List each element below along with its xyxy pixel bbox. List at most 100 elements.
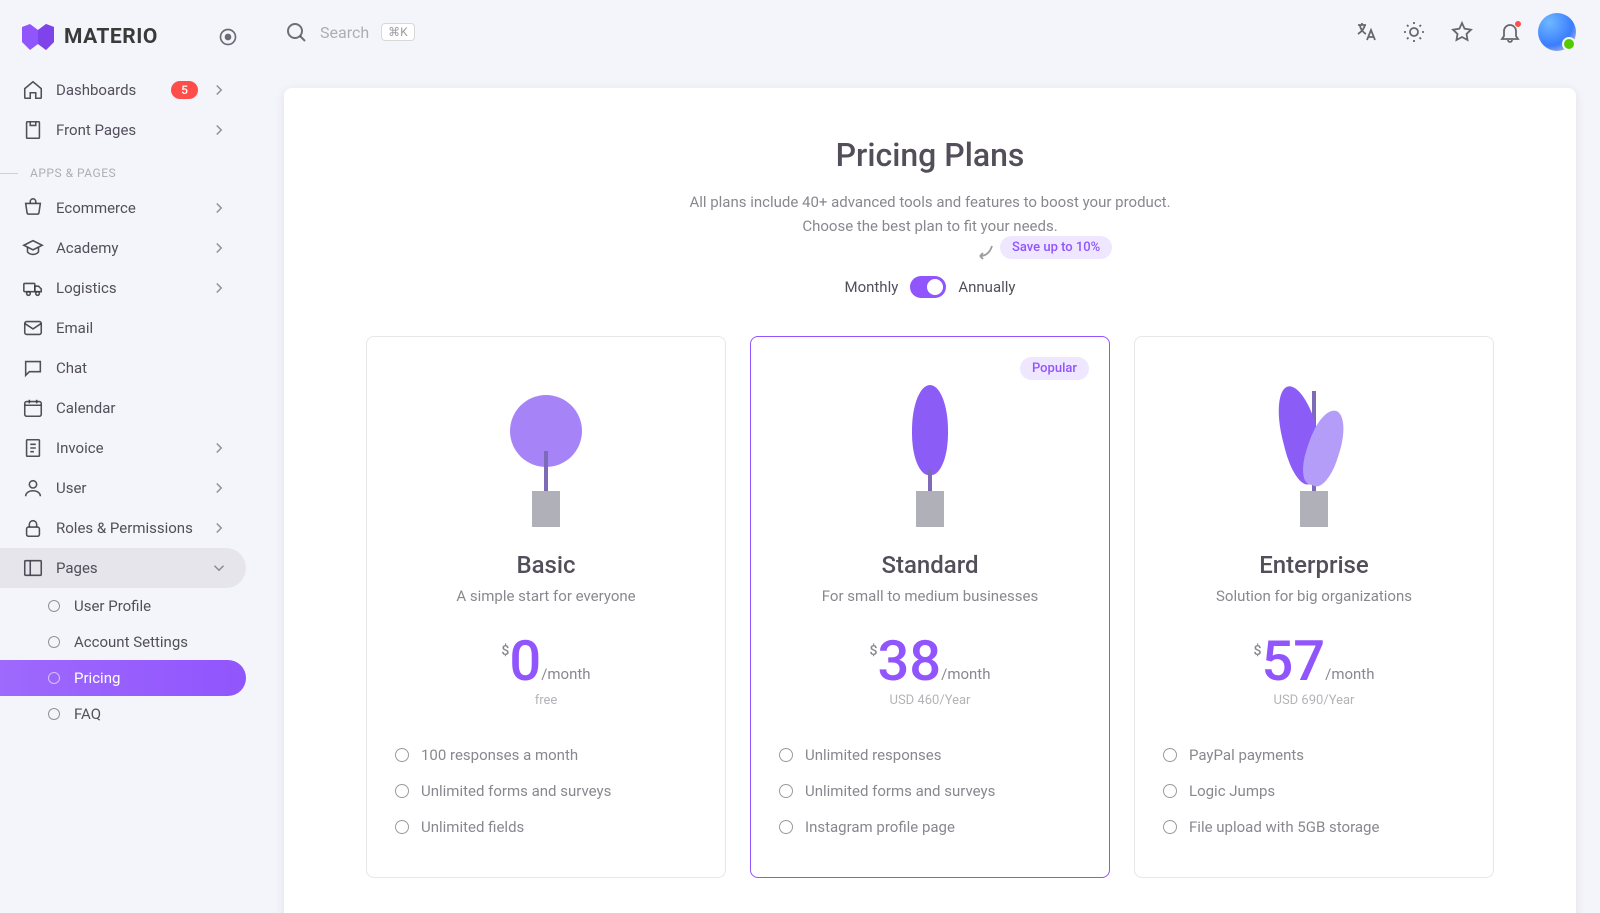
billing-toggle-row: Save up to 10% Monthly Annually [320,276,1540,298]
nav-invoice[interactable]: Invoice [0,428,246,468]
nav-sub-label: User Profile [74,597,151,615]
search-placeholder: Search [320,23,369,42]
per-label: /month [941,665,990,683]
nav-email[interactable]: Email [0,308,246,348]
sub-pricing[interactable]: Pricing [0,660,246,696]
nav-section-apps: APPS & PAGES [0,150,260,188]
invoice-icon [22,437,44,459]
feature-item: Unlimited responses [779,737,1081,773]
plan-name: Enterprise [1163,551,1465,579]
chevron-right-icon [210,439,228,457]
chevron-right-icon [210,519,228,537]
plan-price: $ 0 /month [395,633,697,689]
plan-name: Standard [779,551,1081,579]
nav-ecommerce[interactable]: Ecommerce [0,188,246,228]
chevron-right-icon [210,239,228,257]
layout-icon [22,557,44,579]
sub-account-settings[interactable]: Account Settings [0,624,246,660]
chevron-right-icon [210,121,228,139]
feature-item: Unlimited fields [395,809,697,845]
plan-illustration [1163,397,1465,527]
notifications-button[interactable] [1490,12,1530,52]
translate-icon [1354,20,1378,44]
sun-icon [1402,20,1426,44]
chat-icon [22,357,44,379]
feature-item: Unlimited forms and surveys [779,773,1081,809]
plan-price: $ 38 /month [779,633,1081,689]
save-chip: Save up to 10% [1000,236,1112,259]
user-icon [22,477,44,499]
feature-item: Logic Jumps [1163,773,1465,809]
plan-desc: A simple start for everyone [395,587,697,605]
home-icon [22,79,44,101]
arrow-icon [974,242,998,266]
nav-label: Roles & Permissions [56,519,198,537]
nav-chat[interactable]: Chat [0,348,246,388]
graduation-icon [22,237,44,259]
truck-icon [22,277,44,299]
chevron-right-icon [210,279,228,297]
nav-label: Invoice [56,439,198,457]
nav-label: Academy [56,239,198,257]
brand-name: MATERIO [64,25,158,49]
plan-yearly: USD 460/Year [779,693,1081,709]
sidebar: MATERIO Dashboards 5 Front Pages APPS & … [0,0,260,913]
nav-academy[interactable]: Academy [0,228,246,268]
nav-label: Chat [56,359,228,377]
sub-user-profile[interactable]: User Profile [0,588,246,624]
nav-dashboards[interactable]: Dashboards 5 [0,70,246,110]
search-trigger[interactable]: Search ⌘K [284,20,415,44]
search-icon [284,20,308,44]
feature-item: File upload with 5GB storage [1163,809,1465,845]
chevron-right-icon [210,479,228,497]
plan-standard: Popular Standard For small to medium bus… [750,336,1110,878]
favorites-button[interactable] [1442,12,1482,52]
nav-pages[interactable]: Pages [0,548,246,588]
feature-item: Unlimited forms and surveys [395,773,697,809]
nav-calendar[interactable]: Calendar [0,388,246,428]
currency: $ [1254,643,1262,659]
plan-desc: For small to medium businesses [779,587,1081,605]
nav-label: User [56,479,198,497]
nav-logistics[interactable]: Logistics [0,268,246,308]
brand-logo-icon [22,24,54,50]
nav-front-pages[interactable]: Front Pages [0,110,246,150]
cart-icon [22,197,44,219]
plan-illustration [395,397,697,527]
nav-sub-label: Account Settings [74,633,188,651]
main: Search ⌘K Pricing Plans All plans includ… [260,0,1600,913]
user-avatar[interactable] [1538,13,1576,51]
amount: 57 [1261,633,1325,689]
plan-basic: Basic A simple start for everyone $ 0 /m… [366,336,726,878]
nav-user[interactable]: User [0,468,246,508]
nav-label: Ecommerce [56,199,198,217]
collapse-icon[interactable] [218,27,238,47]
plan-features: PayPal payments Logic Jumps File upload … [1163,737,1465,845]
plan-price: $ 57 /month [1163,633,1465,689]
sub-faq[interactable]: FAQ [0,696,246,732]
amount: 0 [509,633,541,689]
brand-row[interactable]: MATERIO [0,16,260,70]
nav-sub-label: FAQ [74,705,101,723]
nav-label: Dashboards [56,81,159,99]
page-subtitle-1: All plans include 40+ advanced tools and… [650,190,1210,214]
nav-label: Calendar [56,399,228,417]
plan-yearly: free [395,693,697,709]
currency: $ [870,643,878,659]
currency: $ [501,643,509,659]
language-button[interactable] [1346,12,1386,52]
plan-illustration [779,397,1081,527]
feature-item: PayPal payments [1163,737,1465,773]
file-icon [22,119,44,141]
nav-label: Pages [56,559,198,577]
billing-switch[interactable] [910,276,946,298]
plan-name: Basic [395,551,697,579]
plan-enterprise: Enterprise Solution for big organization… [1134,336,1494,878]
nav-roles[interactable]: Roles & Permissions [0,508,246,548]
nav-sub-label: Pricing [74,669,120,687]
per-label: /month [1325,665,1374,683]
amount: 38 [877,633,941,689]
chevron-right-icon [210,81,228,99]
theme-button[interactable] [1394,12,1434,52]
per-label: /month [541,665,590,683]
